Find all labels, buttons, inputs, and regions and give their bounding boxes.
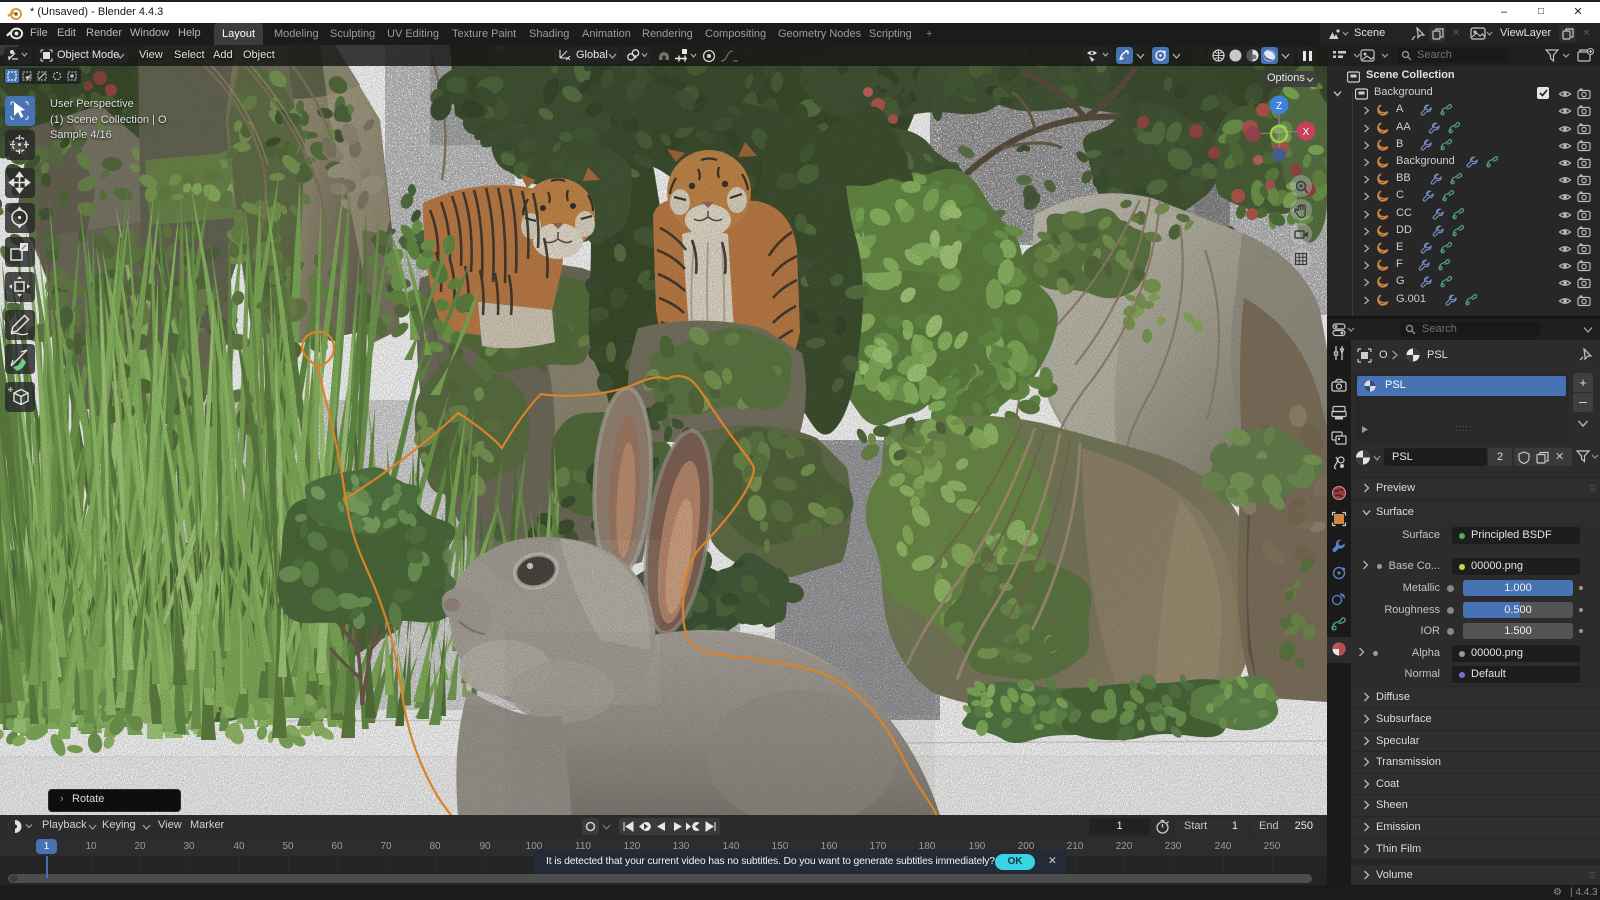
svg-text:X: X	[1303, 127, 1310, 138]
svg-text:Z: Z	[1276, 101, 1282, 112]
